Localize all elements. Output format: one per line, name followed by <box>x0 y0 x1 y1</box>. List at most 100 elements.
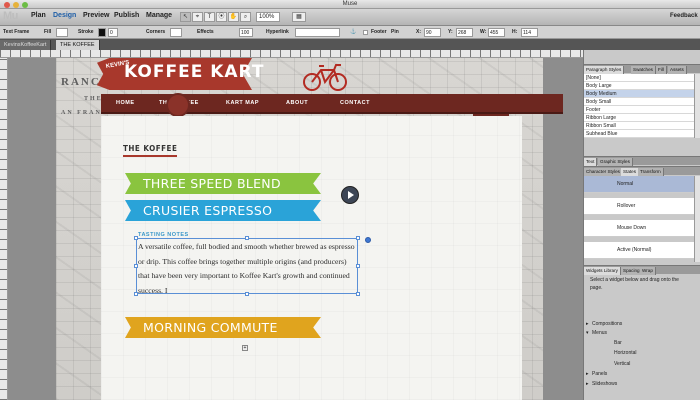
widget-item-horizontal[interactable]: Horizontal <box>614 349 637 357</box>
chevron-right-icon[interactable]: ▸ <box>586 370 589 378</box>
add-content-icon[interactable]: + <box>242 345 248 351</box>
chevron-right-icon[interactable]: ▸ <box>586 380 589 388</box>
y-position-input[interactable]: 268 <box>456 28 473 37</box>
widgets-panel-tabs: Widgets Library Spacing Wrap <box>584 265 700 275</box>
fill-label: Fill <box>44 29 52 35</box>
anchor-icon[interactable]: ⚓ <box>350 29 356 35</box>
fill-swatch[interactable] <box>56 28 68 37</box>
widget-group-menus[interactable]: Menus <box>592 329 607 337</box>
state-normal[interactable]: Normal <box>584 176 694 193</box>
paragraph-panel-tabs: Paragraph Styles Swatches Fill Assets <box>584 64 700 74</box>
vertical-ruler[interactable] <box>0 58 8 400</box>
stroke-swatch[interactable] <box>98 28 106 37</box>
nav-about[interactable]: ABOUT <box>286 100 308 106</box>
tab-paragraph-styles[interactable]: Paragraph Styles <box>584 66 625 74</box>
footer-checkbox[interactable] <box>363 30 368 35</box>
states-scrollbar[interactable] <box>694 176 700 262</box>
ribbon-three-speed-blend[interactable]: THREE SPEED BLEND <box>125 173 321 194</box>
document-tabbar: KevinsKoffeeKart THE KOFFEE <box>0 39 700 50</box>
style-item[interactable]: Ribbon Small <box>584 122 694 130</box>
slideshow-next-button[interactable] <box>341 186 359 204</box>
height-input[interactable]: 114 <box>521 28 538 37</box>
page-title[interactable]: THE KOFFEE <box>123 144 178 157</box>
minimize-window-icon[interactable] <box>13 2 19 8</box>
rectangle-tool-icon[interactable]: ⦿ <box>216 12 227 22</box>
panels-dock: Paragraph Styles Swatches Fill Assets [N… <box>583 50 700 400</box>
selection-type-label: Text Frame <box>3 29 30 35</box>
tab-wrap[interactable]: Wrap <box>640 267 656 275</box>
state-rollover[interactable]: Rollover <box>584 198 694 215</box>
feedback-link[interactable]: Feedback <box>670 13 698 19</box>
chevron-right-icon[interactable]: ▸ <box>586 320 589 328</box>
tab-kevinskoffeekart[interactable]: KevinsKoffeeKart <box>0 40 52 50</box>
nav-active-indicator <box>166 93 190 117</box>
chevron-down-icon[interactable]: ▾ <box>586 329 589 337</box>
style-item[interactable]: Subhead Blue <box>584 130 694 138</box>
style-item[interactable]: [None] <box>584 74 694 82</box>
nav-home[interactable]: HOME <box>116 100 135 106</box>
mode-plan[interactable]: Plan <box>31 12 46 19</box>
x-label: X: <box>416 29 421 35</box>
zoom-tool-icon[interactable]: ⌕ <box>240 12 251 22</box>
widget-item-vertical[interactable]: Vertical <box>614 360 630 368</box>
selection-tool-icon[interactable]: ↖ <box>180 12 191 22</box>
tab-the-koffee[interactable]: THE KOFFEE <box>56 40 100 50</box>
style-item[interactable]: Footer <box>584 106 694 114</box>
hand-tool-icon[interactable]: ✋ <box>228 12 239 22</box>
width-input[interactable]: 455 <box>488 28 505 37</box>
tab-fill[interactable]: Fill <box>656 66 667 74</box>
text-tool-icon[interactable]: T <box>204 12 215 22</box>
crop-tool-icon[interactable]: ⌖ <box>192 12 203 22</box>
style-item[interactable]: Body Small <box>584 98 694 106</box>
style-item-selected[interactable]: Body Medium <box>584 90 694 98</box>
effects-label: Effects <box>197 29 214 35</box>
close-window-icon[interactable] <box>4 2 10 8</box>
tab-swatches[interactable]: Swatches <box>631 66 656 74</box>
widget-group-panels[interactable]: Panels <box>592 370 607 378</box>
body-text[interactable]: A versatile coffee, full bodied and smoo… <box>138 240 358 298</box>
site-logo: KOFFEE KART <box>124 62 265 82</box>
tab-graphic-styles[interactable]: Graphic Styles <box>598 158 633 166</box>
mode-publish[interactable]: Publish <box>114 12 139 19</box>
map-label: THE <box>84 96 103 102</box>
tab-transform[interactable]: Transform <box>638 168 664 176</box>
tab-character-styles[interactable]: Character Styles <box>584 168 623 176</box>
styles-scrollbar[interactable] <box>694 74 700 138</box>
y-label: Y: <box>448 29 453 35</box>
state-mouse-down[interactable]: Mouse Down <box>584 220 694 237</box>
horizontal-ruler[interactable] <box>0 50 583 58</box>
widget-group-slideshows[interactable]: Slideshows <box>592 380 617 388</box>
zoom-level-select[interactable]: 100% <box>256 12 280 22</box>
state-active-normal[interactable]: Active (Normal) <box>584 242 694 259</box>
hyperlink-label: Hyperlink <box>266 29 289 35</box>
link-handle-icon[interactable] <box>365 237 371 243</box>
tab-assets[interactable]: Assets <box>668 66 687 74</box>
tab-text[interactable]: Text <box>584 158 598 166</box>
mode-preview[interactable]: Preview <box>83 12 109 19</box>
states-panel-tabs: Character Styles States Transform <box>584 166 700 176</box>
zoom-window-icon[interactable] <box>22 2 28 8</box>
x-position-input[interactable]: 90 <box>424 28 441 37</box>
mode-design[interactable]: Design <box>53 12 76 19</box>
ribbon-crusier-espresso[interactable]: CRUSIER ESPRESSO <box>125 200 321 221</box>
style-item[interactable]: Body Large <box>584 82 694 90</box>
style-item[interactable]: Ribbon Large <box>584 114 694 122</box>
corners-input[interactable] <box>170 28 182 37</box>
tab-states[interactable]: States <box>621 168 640 176</box>
widget-item-bar[interactable]: Bar <box>614 339 622 347</box>
mode-manage[interactable]: Manage <box>146 12 172 19</box>
nav-contact[interactable]: CONTACT <box>340 100 370 106</box>
tab-widgets-library[interactable]: Widgets Library <box>584 267 621 275</box>
muse-logo: Mu <box>3 10 18 22</box>
stroke-width-input[interactable]: 0 <box>108 28 118 37</box>
nav-kart-map[interactable]: KART MAP <box>226 100 259 106</box>
hyperlink-input[interactable] <box>295 28 340 37</box>
opacity-input[interactable]: 100 <box>239 28 253 37</box>
widget-group-compositions[interactable]: Compositions <box>592 320 622 328</box>
ribbon-morning-commute[interactable]: MORNING COMMUTE <box>125 317 321 338</box>
view-options-icon[interactable]: ▦ <box>292 12 306 22</box>
h-label: H: <box>512 29 518 35</box>
w-label: W: <box>480 29 487 35</box>
widgets-hint: Select a widget below and drag onto the … <box>590 277 679 291</box>
bicycle-icon <box>303 64 347 91</box>
